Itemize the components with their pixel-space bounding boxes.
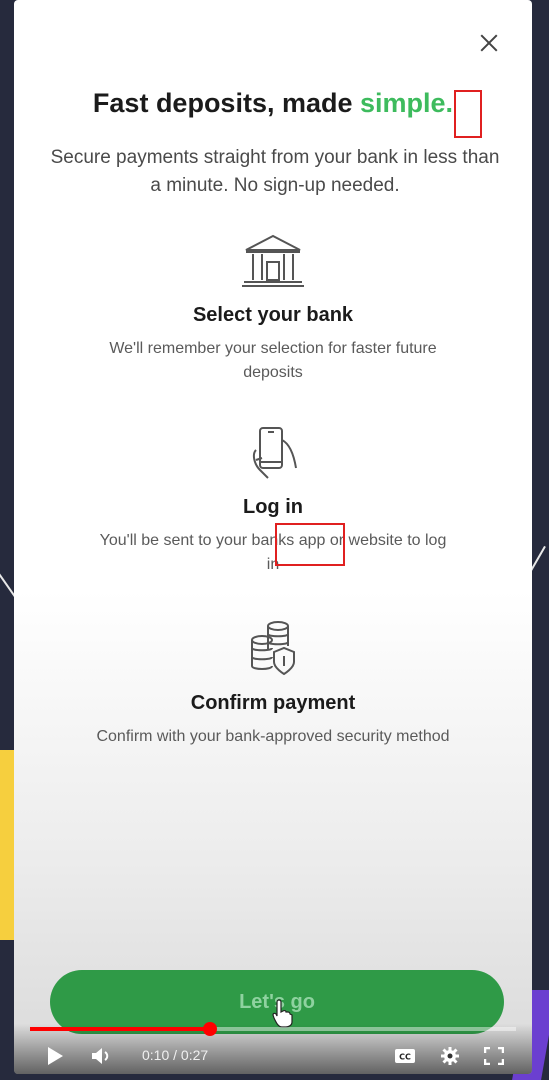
bank-icon — [242, 234, 304, 287]
coins-shield-icon — [251, 621, 295, 676]
volume-icon[interactable] — [90, 1046, 112, 1066]
progress-bar[interactable] — [30, 1022, 516, 1036]
video-frame[interactable]: Fast deposits, made simple. Secure payme… — [14, 0, 532, 1074]
step-title: Confirm payment — [190, 692, 356, 714]
play-icon[interactable] — [46, 1046, 64, 1066]
title-accent: simple — [360, 88, 446, 118]
modal-subtitle: Secure payments straight from your bank … — [50, 147, 500, 196]
title-period: . — [445, 88, 454, 118]
settings-gear-icon[interactable] — [440, 1046, 460, 1066]
step-confirm-payment: Confirm payment Confirm with your bank-a… — [54, 616, 492, 749]
highlight-box — [275, 523, 345, 566]
captions-icon[interactable]: CC — [394, 1048, 416, 1064]
step-description: Confirm with your bank-approved security… — [96, 728, 450, 745]
step-title: Select your bank — [192, 304, 354, 326]
svg-text:CC: CC — [399, 1053, 411, 1062]
step-log-in: Log in You'll be sent to your banks app … — [54, 420, 492, 577]
step-description: You'll be sent to your banks app or webs… — [99, 532, 447, 573]
time-display: 0:10 / 0:27 — [142, 1047, 209, 1063]
step-select-bank: Select your bank We'll remember your sel… — [54, 228, 492, 385]
progress-fill — [30, 1027, 210, 1031]
phone-hand-icon — [252, 427, 297, 479]
highlight-box — [454, 90, 482, 138]
fullscreen-icon[interactable] — [484, 1047, 504, 1065]
close-icon[interactable] — [476, 30, 502, 56]
title-text: Fast deposits, made — [92, 88, 360, 118]
progress-scrubber[interactable] — [202, 1022, 217, 1036]
step-description: We'll remember your selection for faster… — [109, 340, 437, 381]
step-title: Log in — [243, 496, 303, 518]
